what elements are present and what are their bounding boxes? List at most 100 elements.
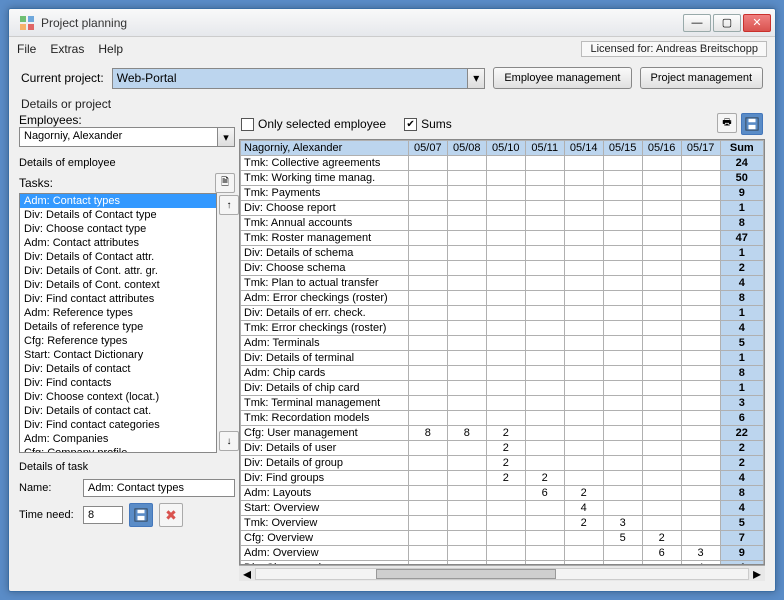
grid-cell[interactable]	[603, 261, 642, 276]
grid-cell[interactable]	[486, 381, 525, 396]
grid-cell[interactable]	[642, 381, 681, 396]
grid-cell[interactable]	[603, 471, 642, 486]
grid-cell[interactable]	[564, 246, 603, 261]
grid-cell[interactable]	[525, 441, 564, 456]
grid-cell[interactable]	[603, 456, 642, 471]
grid-cell[interactable]	[681, 201, 720, 216]
grid-cell[interactable]: 6	[642, 546, 681, 561]
grid-cell[interactable]	[408, 561, 447, 566]
grid-cell[interactable]	[681, 321, 720, 336]
task-item[interactable]: Div: Details of contact cat.	[20, 404, 216, 418]
grid-cell[interactable]	[447, 171, 486, 186]
grid-cell[interactable]	[681, 261, 720, 276]
grid-cell[interactable]: 2	[486, 441, 525, 456]
grid-cell[interactable]	[603, 276, 642, 291]
grid-cell[interactable]	[681, 471, 720, 486]
grid-cell[interactable]	[603, 156, 642, 171]
grid-cell[interactable]	[525, 171, 564, 186]
grid-cell[interactable]	[681, 441, 720, 456]
grid-cell[interactable]	[486, 276, 525, 291]
grid-cell[interactable]	[642, 366, 681, 381]
task-move-up-button[interactable]: ↑	[219, 195, 239, 215]
grid-cell[interactable]	[642, 246, 681, 261]
grid-cell[interactable]	[525, 291, 564, 306]
grid-cell[interactable]	[408, 201, 447, 216]
grid-cell[interactable]	[525, 411, 564, 426]
grid-cell[interactable]	[564, 351, 603, 366]
grid-cell[interactable]	[681, 381, 720, 396]
project-combo[interactable]: ▾	[112, 68, 486, 89]
menu-file[interactable]: File	[17, 42, 36, 56]
grid-scroll[interactable]: Nagorniy, Alexander05/0705/0805/1005/110…	[239, 139, 765, 565]
task-list[interactable]: Adm: Contact typesDiv: Details of Contac…	[19, 193, 217, 453]
grid-cell[interactable]	[681, 426, 720, 441]
grid-cell[interactable]	[564, 546, 603, 561]
grid-cell[interactable]	[681, 396, 720, 411]
grid-cell[interactable]	[681, 156, 720, 171]
grid-cell[interactable]	[408, 501, 447, 516]
grid-cell[interactable]: 2	[564, 516, 603, 531]
grid-cell[interactable]: 8	[408, 426, 447, 441]
grid-cell[interactable]	[525, 516, 564, 531]
grid-cell[interactable]	[486, 486, 525, 501]
grid-cell[interactable]	[486, 261, 525, 276]
grid-cell[interactable]	[408, 171, 447, 186]
grid-cell[interactable]	[681, 246, 720, 261]
grid-cell[interactable]	[447, 516, 486, 531]
grid-cell[interactable]	[408, 276, 447, 291]
grid-cell[interactable]	[525, 456, 564, 471]
grid-cell[interactable]	[486, 321, 525, 336]
grid-cell[interactable]	[681, 306, 720, 321]
grid-cell[interactable]	[525, 186, 564, 201]
grid-cell[interactable]	[408, 411, 447, 426]
grid-cell[interactable]	[447, 231, 486, 246]
grid-cell[interactable]	[408, 156, 447, 171]
task-item[interactable]: Details of reference type	[20, 320, 216, 334]
grid-cell[interactable]	[447, 501, 486, 516]
task-item[interactable]: Div: Choose contact type	[20, 222, 216, 236]
project-combo-input[interactable]	[113, 69, 468, 88]
grid-cell[interactable]	[447, 471, 486, 486]
menu-extras[interactable]: Extras	[50, 42, 84, 56]
grid-cell[interactable]	[681, 231, 720, 246]
grid-cell[interactable]	[603, 291, 642, 306]
task-item[interactable]: Adm: Reference types	[20, 306, 216, 320]
grid-cell[interactable]	[408, 306, 447, 321]
grid-cell[interactable]	[486, 291, 525, 306]
task-item[interactable]: Div: Details of contact	[20, 362, 216, 376]
grid-cell[interactable]	[486, 186, 525, 201]
grid-cell[interactable]	[564, 231, 603, 246]
grid-cell[interactable]	[642, 471, 681, 486]
grid-cell[interactable]	[603, 306, 642, 321]
grid-cell[interactable]	[681, 276, 720, 291]
grid-cell[interactable]	[525, 396, 564, 411]
grid-cell[interactable]	[564, 321, 603, 336]
grid-cell[interactable]	[642, 441, 681, 456]
grid-cell[interactable]	[447, 351, 486, 366]
grid-cell[interactable]	[486, 516, 525, 531]
grid-cell[interactable]	[681, 486, 720, 501]
grid-cell[interactable]	[447, 531, 486, 546]
grid-cell[interactable]: 3	[603, 516, 642, 531]
grid-cell[interactable]	[564, 531, 603, 546]
task-item[interactable]: Div: Choose context (locat.)	[20, 390, 216, 404]
grid-cell[interactable]	[603, 426, 642, 441]
grid-cell[interactable]	[408, 531, 447, 546]
grid-cell[interactable]	[447, 321, 486, 336]
grid-cell[interactable]: 6	[525, 486, 564, 501]
close-button[interactable]: ✕	[743, 14, 771, 32]
grid-cell[interactable]	[642, 216, 681, 231]
grid-cell[interactable]	[447, 456, 486, 471]
grid-cell[interactable]	[447, 306, 486, 321]
grid-cell[interactable]	[408, 321, 447, 336]
grid-cell[interactable]	[447, 336, 486, 351]
grid-cell[interactable]	[447, 261, 486, 276]
grid-cell[interactable]	[681, 291, 720, 306]
grid-cell[interactable]	[525, 231, 564, 246]
grid-cell[interactable]	[408, 441, 447, 456]
grid-cell[interactable]	[447, 291, 486, 306]
grid-cell[interactable]	[603, 186, 642, 201]
grid-cell[interactable]	[681, 456, 720, 471]
task-item[interactable]: Div: Details of Contact attr.	[20, 250, 216, 264]
grid-cell[interactable]	[486, 231, 525, 246]
